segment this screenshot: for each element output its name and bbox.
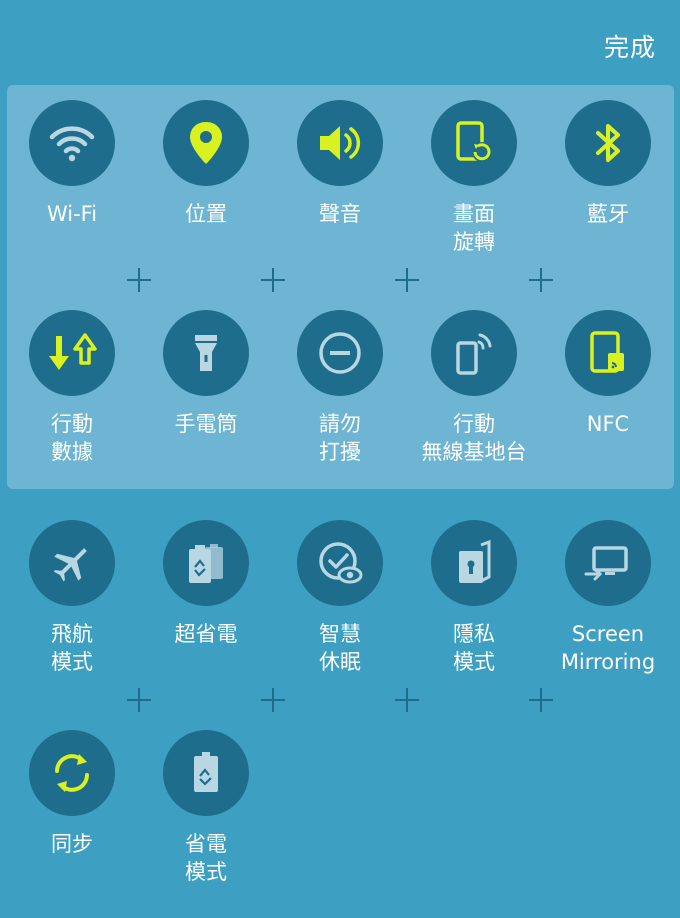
tile-label: 隱私 模式 xyxy=(453,622,495,674)
tile-label: 飛航 模式 xyxy=(51,622,93,674)
speaker-icon xyxy=(320,126,361,160)
bluetooth-icon xyxy=(596,124,620,162)
tile-label: 超省電 xyxy=(174,622,238,646)
tile-label: 聲音 xyxy=(319,202,361,226)
tile-airplane-mode[interactable]: 飛航 模式 xyxy=(6,520,138,676)
tile-smart-stay[interactable]: 智慧 休眠 xyxy=(274,520,406,676)
tile-label: 藍牙 xyxy=(587,202,629,226)
plus-marker xyxy=(529,688,553,712)
plus-marker xyxy=(395,268,419,292)
mobile-data-icon xyxy=(49,333,97,370)
airplane-icon xyxy=(53,548,87,582)
tile-circle xyxy=(565,100,651,186)
tile-circle xyxy=(431,310,517,396)
tile-mobile-data[interactable]: 行動 數據 xyxy=(6,310,138,466)
plus-marker xyxy=(395,688,419,712)
tile-circle xyxy=(431,520,517,606)
tile-circle xyxy=(29,730,115,816)
tile-bluetooth[interactable]: 藍牙 xyxy=(542,100,674,228)
tile-label: Wi-Fi xyxy=(46,202,98,226)
screen-mirroring-icon xyxy=(584,546,628,581)
plus-marker xyxy=(127,688,151,712)
tile-sound[interactable]: 聲音 xyxy=(274,100,406,228)
tile-ultra-power-saving[interactable]: 超省電 xyxy=(140,520,272,648)
screen-rotation-icon xyxy=(456,121,492,162)
done-button[interactable]: 完成 xyxy=(604,28,656,64)
tile-label: 同步 xyxy=(51,832,93,856)
tile-power-saving[interactable]: 省電 模式 xyxy=(140,730,272,886)
tile-label: 省電 模式 xyxy=(185,832,227,884)
tile-label: 位置 xyxy=(185,202,227,226)
tile-circle xyxy=(163,310,249,396)
power-saving-icon xyxy=(194,752,218,792)
tile-flashlight[interactable]: 手電筒 xyxy=(140,310,272,438)
tile-label: NFC xyxy=(586,412,630,436)
tile-private-mode[interactable]: 隱私 模式 xyxy=(408,520,540,676)
tile-do-not-disturb[interactable]: 請勿 打擾 xyxy=(274,310,406,466)
do-not-disturb-icon xyxy=(319,332,361,374)
tile-circle xyxy=(565,520,651,606)
tile-label: 畫面 旋轉 xyxy=(453,202,495,254)
location-pin-icon xyxy=(190,122,222,164)
tile-circle xyxy=(297,520,383,606)
tile-label: 行動 數據 xyxy=(51,412,93,464)
tile-label: Screen Mirroring xyxy=(560,622,656,674)
tile-sync[interactable]: 同步 xyxy=(6,730,138,858)
tile-screen-rotation[interactable]: 畫面 旋轉 xyxy=(408,100,540,256)
plus-marker xyxy=(261,268,285,292)
plus-marker xyxy=(127,268,151,292)
wifi-icon xyxy=(49,126,95,162)
tile-circle xyxy=(29,520,115,606)
plus-marker xyxy=(529,268,553,292)
tile-label: 請勿 打擾 xyxy=(319,412,361,464)
tile-circle xyxy=(29,100,115,186)
tile-circle xyxy=(565,310,651,396)
tile-label: 智慧 休眠 xyxy=(319,622,361,674)
tile-circle xyxy=(163,520,249,606)
sync-icon xyxy=(55,754,89,792)
tile-label: 手電筒 xyxy=(174,412,238,436)
tile-wifi[interactable]: Wi-Fi xyxy=(6,100,138,228)
tile-screen-mirroring[interactable]: Screen Mirroring xyxy=(542,520,674,676)
tile-circle xyxy=(431,100,517,186)
tile-circle xyxy=(163,100,249,186)
quick-settings-edit-screen: 完成 Wi-Fi 位置 聲音 畫面 旋轉 藍牙 行動 數據 手電筒 請勿 打擾 … xyxy=(0,0,680,918)
tile-circle xyxy=(29,310,115,396)
tile-circle xyxy=(297,100,383,186)
smart-stay-icon xyxy=(319,542,363,584)
tile-circle xyxy=(163,730,249,816)
ultra-power-saving-icon xyxy=(189,544,223,583)
tile-nfc[interactable]: NFC xyxy=(542,310,674,438)
tile-circle xyxy=(297,310,383,396)
tile-mobile-hotspot[interactable]: 行動 無線基地台 xyxy=(408,310,540,466)
plus-marker xyxy=(261,688,285,712)
private-mode-icon xyxy=(459,539,491,583)
tile-label: 行動 無線基地台 xyxy=(421,412,527,464)
flashlight-icon xyxy=(195,335,217,371)
nfc-icon xyxy=(590,331,624,373)
tile-location[interactable]: 位置 xyxy=(140,100,272,228)
mobile-hotspot-icon xyxy=(456,333,492,375)
